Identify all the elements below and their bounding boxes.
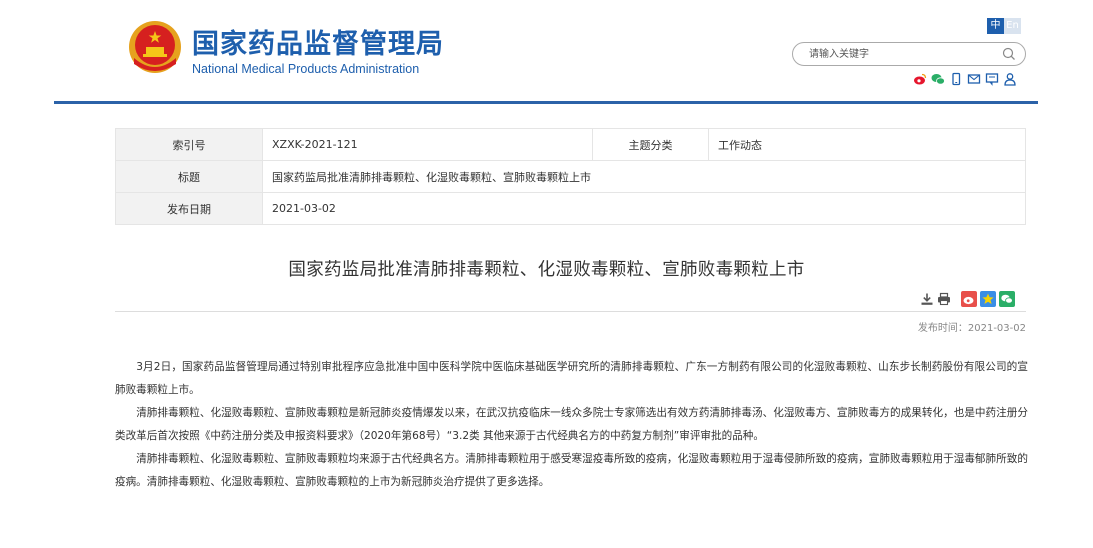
mobile-icon[interactable] <box>949 72 963 86</box>
date-value: 2021-03-02 <box>262 192 1026 225</box>
lang-en-button[interactable]: En <box>1004 18 1021 34</box>
search-icon[interactable] <box>1002 47 1016 61</box>
meta-row-date: 发布日期 2021-03-02 <box>115 192 1026 225</box>
title-label: 标题 <box>115 160 263 193</box>
index-label: 索引号 <box>115 128 263 161</box>
site-logo-subtitle[interactable]: National Medical Products Administration <box>192 62 419 76</box>
category-value: 工作动态 <box>708 128 1026 161</box>
category-label: 主题分类 <box>592 128 709 161</box>
wechat-icon[interactable] <box>931 72 945 86</box>
message-icon[interactable] <box>985 72 999 86</box>
meta-row-index: 索引号 XZXK-2021-121 主题分类 工作动态 <box>115 128 1026 161</box>
language-switch: 中 En <box>987 18 1021 34</box>
share-weibo-icon[interactable] <box>961 291 977 307</box>
title-divider <box>115 311 1026 312</box>
article-tools <box>920 291 1015 307</box>
article-meta-table: 索引号 XZXK-2021-121 主题分类 工作动态 标题 国家药监局批准清肺… <box>115 128 1026 225</box>
title-value: 国家药监局批准清肺排毒颗粒、化湿败毒颗粒、宣肺败毒颗粒上市 <box>262 160 1026 193</box>
search-input[interactable] <box>809 47 999 61</box>
user-icon[interactable] <box>1003 72 1017 86</box>
article-paragraph: 清肺排毒颗粒、化湿败毒颗粒、宣肺败毒颗粒是新冠肺炎疫情爆发以来，在武汉抗疫临床一… <box>115 407 1028 442</box>
article-body: 3月2日，国家药品监督管理局通过特别审批程序应急批准中国中医科学院中医临床基础医… <box>115 356 1028 494</box>
article-paragraph: 清肺排毒颗粒、化湿败毒颗粒、宣肺败毒颗粒均来源于古代经典名方。清肺排毒颗粒用于感… <box>115 453 1028 488</box>
search-box <box>792 42 1026 66</box>
share-wechat-icon[interactable] <box>999 291 1015 307</box>
weibo-icon[interactable] <box>913 72 927 86</box>
lang-zh-button[interactable]: 中 <box>987 18 1004 34</box>
publish-time: 发布时间：2021-03-02 <box>917 323 1026 334</box>
date-label: 发布日期 <box>115 192 263 225</box>
print-icon[interactable] <box>937 292 951 306</box>
index-value: XZXK-2021-121 <box>262 128 593 161</box>
social-links <box>913 72 1017 86</box>
national-emblem-icon[interactable] <box>128 20 182 74</box>
article-paragraph: 3月2日，国家药品监督管理局通过特别审批程序应急批准中国中医科学院中医临床基础医… <box>115 361 1028 396</box>
download-icon[interactable] <box>920 292 934 306</box>
site-logo-title[interactable]: 国家药品监督管理局 <box>192 22 444 61</box>
article-title: 国家药监局批准清肺排毒颗粒、化湿败毒颗粒、宣肺败毒颗粒上市 <box>288 260 805 280</box>
header-divider <box>54 101 1038 104</box>
meta-row-title: 标题 国家药监局批准清肺排毒颗粒、化湿败毒颗粒、宣肺败毒颗粒上市 <box>115 160 1026 193</box>
site-header: 国家药品监督管理局 National Medical Products Admi… <box>0 0 1093 104</box>
mail-icon[interactable] <box>967 72 981 86</box>
share-favorite-icon[interactable] <box>980 291 996 307</box>
